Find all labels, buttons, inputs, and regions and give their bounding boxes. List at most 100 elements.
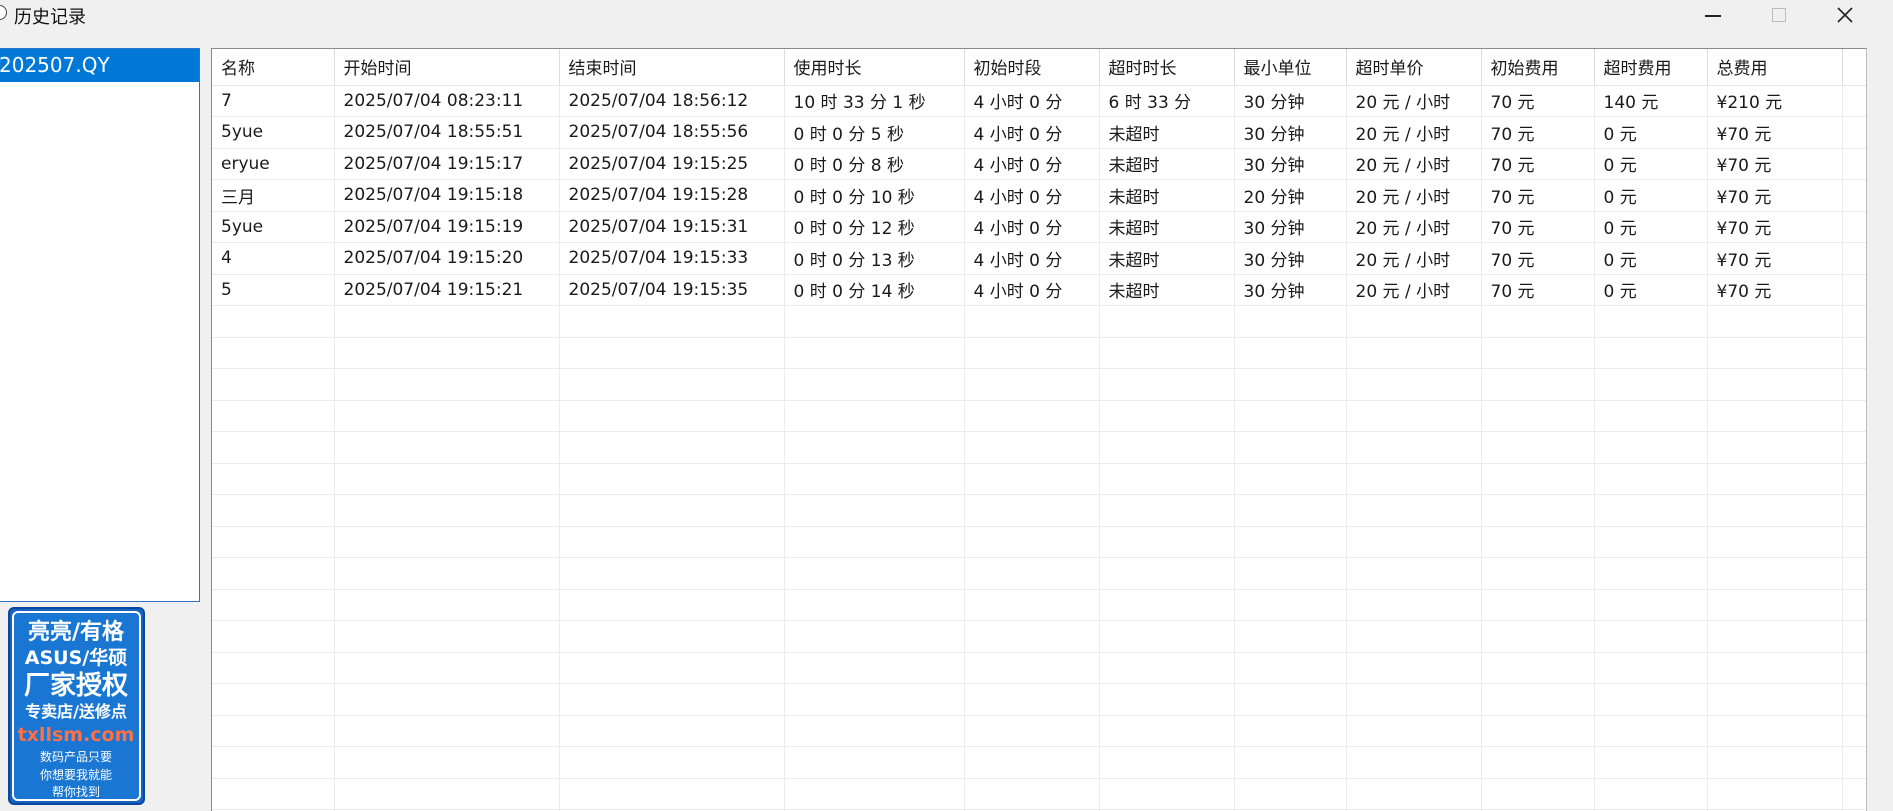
column-header-initial-period[interactable]: 初始时段 — [964, 49, 1100, 86]
table-cell-empty — [1707, 557, 1843, 590]
table-cell-empty — [1234, 494, 1347, 527]
table-cell-empty — [334, 683, 560, 716]
table-cell: 20 分钟 — [1234, 179, 1347, 212]
table-cell-empty — [334, 589, 560, 621]
table-cell: eryue — [212, 148, 335, 180]
table-cell: 2025/07/04 19:15:35 — [559, 274, 785, 306]
table-cell: 2025/07/04 18:55:51 — [334, 116, 560, 149]
table-cell-empty — [1481, 620, 1595, 653]
column-header-usage-duration[interactable]: 使用时长 — [784, 49, 965, 86]
table-cell-empty — [1707, 746, 1843, 779]
list-item-202507[interactable]: 202507.QY — [0, 49, 199, 82]
table-cell-empty — [1481, 589, 1595, 621]
table-cell-empty — [559, 778, 785, 810]
table-cell: 30 分钟 — [1234, 274, 1347, 306]
table-cell: 未超时 — [1099, 274, 1235, 306]
maximize-button[interactable] — [1754, 0, 1804, 30]
table-cell-empty — [1481, 683, 1595, 716]
table-cell-empty — [964, 715, 1100, 747]
table-cell: 140 元 — [1594, 85, 1708, 117]
table-cell-empty — [1842, 274, 1866, 306]
table-cell: 5yue — [212, 116, 335, 149]
table-cell-empty — [1594, 494, 1708, 527]
table-cell-empty — [212, 368, 335, 401]
table-cell-empty — [1707, 715, 1843, 747]
table-cell-empty — [1481, 715, 1595, 747]
table-cell-empty — [1842, 589, 1866, 621]
history-file-list[interactable]: 202507.QY — [0, 48, 200, 602]
table-cell-empty — [212, 400, 335, 432]
table-row[interactable]: eryue 2025/07/04 19:15:17 2025/07/04 19:15… — [212, 148, 1866, 180]
table-row[interactable]: 三月 2025/07/04 19:15:18 2025/07/04 19:15:28… — [212, 179, 1866, 212]
table-cell: 未超时 — [1099, 116, 1235, 149]
column-header-overtime-rate[interactable]: 超时单价 — [1346, 49, 1482, 86]
table-cell-empty — [784, 526, 965, 558]
table-cell-empty — [1234, 526, 1347, 558]
table-cell-empty — [1234, 368, 1347, 401]
table-cell: 三月 — [212, 179, 335, 212]
table-cell-empty — [1481, 778, 1595, 810]
table-cell-empty — [1842, 242, 1866, 275]
column-header-end-time[interactable]: 结束时间 — [559, 49, 785, 86]
table-cell: 20 元 / 小时 — [1346, 242, 1482, 275]
svg-text:txllsm.com: txllsm.com — [18, 724, 135, 746]
column-header-name[interactable]: 名称 — [212, 49, 335, 86]
table-cell-empty — [784, 746, 965, 779]
table-row[interactable]: 4 2025/07/04 19:15:20 2025/07/04 19:15:33 0… — [212, 242, 1866, 275]
close-button[interactable] — [1820, 0, 1870, 30]
table-cell: 4 小时 0 分 — [964, 179, 1100, 212]
table-row[interactable]: 5 2025/07/04 19:15:21 2025/07/04 19:15:35 0… — [212, 274, 1866, 306]
table-cell-empty — [1234, 431, 1347, 464]
table-row[interactable]: 5yue 2025/07/04 18:55:51 2025/07/04 18:55:… — [212, 116, 1866, 149]
table-cell: 2025/07/04 19:15:31 — [559, 211, 785, 243]
history-table[interactable]: 名称 开始时间 结束时间 使用时长 初始时段 超时时长 最小单位 超时单价 初始… — [211, 48, 1867, 811]
table-cell-empty — [1099, 778, 1235, 810]
table-cell-empty — [559, 368, 785, 401]
table-cell-empty — [1346, 337, 1482, 369]
table-cell-empty — [1346, 368, 1482, 401]
table-cell-empty — [964, 652, 1100, 684]
table-cell-empty — [334, 715, 560, 747]
table-cell-empty — [1707, 589, 1843, 621]
table-cell: 70 元 — [1481, 274, 1595, 306]
table-cell: 20 元 / 小时 — [1346, 85, 1482, 117]
minimize-button[interactable] — [1688, 0, 1738, 30]
table-cell: 2025/07/04 18:55:56 — [559, 116, 785, 149]
title-bar: 历史记录 — [0, 0, 1893, 30]
table-cell-empty — [212, 305, 335, 338]
empty-row — [212, 494, 1866, 527]
table-cell: ¥70 元 — [1707, 242, 1843, 275]
column-header-min-unit[interactable]: 最小单位 — [1234, 49, 1347, 86]
table-cell-empty — [1707, 526, 1843, 558]
table-cell-empty — [334, 652, 560, 684]
table-cell-empty — [1594, 683, 1708, 716]
table-cell-empty — [1234, 305, 1347, 338]
table-cell-empty — [559, 715, 785, 747]
column-header-start-time[interactable]: 开始时间 — [334, 49, 560, 86]
table-cell-empty — [1842, 746, 1866, 779]
column-header-overtime-fee[interactable]: 超时费用 — [1594, 49, 1708, 86]
table-cell: 4 小时 0 分 — [964, 116, 1100, 149]
table-cell-empty — [559, 652, 785, 684]
table-cell: 20 元 / 小时 — [1346, 179, 1482, 212]
column-header-total-fee[interactable]: 总费用 — [1707, 49, 1843, 86]
table-cell-empty — [1594, 589, 1708, 621]
table-cell: 5 — [212, 274, 335, 306]
table-cell: 4 小时 0 分 — [964, 274, 1100, 306]
column-header-initial-fee[interactable]: 初始费用 — [1481, 49, 1595, 86]
column-header-overtime-duration[interactable]: 超时时长 — [1099, 49, 1235, 86]
table-row[interactable]: 5yue 2025/07/04 19:15:19 2025/07/04 19:15:… — [212, 211, 1866, 243]
table-cell-empty — [1707, 400, 1843, 432]
table-cell: 2025/07/04 19:15:28 — [559, 179, 785, 212]
table-cell: 0 时 0 分 8 秒 — [784, 148, 965, 180]
table-cell-empty — [1346, 305, 1482, 338]
table-cell-empty — [559, 400, 785, 432]
table-cell-empty — [1707, 431, 1843, 464]
empty-row — [212, 746, 1866, 779]
table-cell-empty — [1842, 400, 1866, 432]
table-cell: 2025/07/04 19:15:20 — [334, 242, 560, 275]
table-cell-empty — [784, 620, 965, 653]
table-cell-empty — [334, 400, 560, 432]
table-row[interactable]: 7 2025/07/04 08:23:11 2025/07/04 18:56:12 1… — [212, 85, 1866, 117]
svg-text:ASUS/华硕: ASUS/华硕 — [25, 646, 127, 669]
